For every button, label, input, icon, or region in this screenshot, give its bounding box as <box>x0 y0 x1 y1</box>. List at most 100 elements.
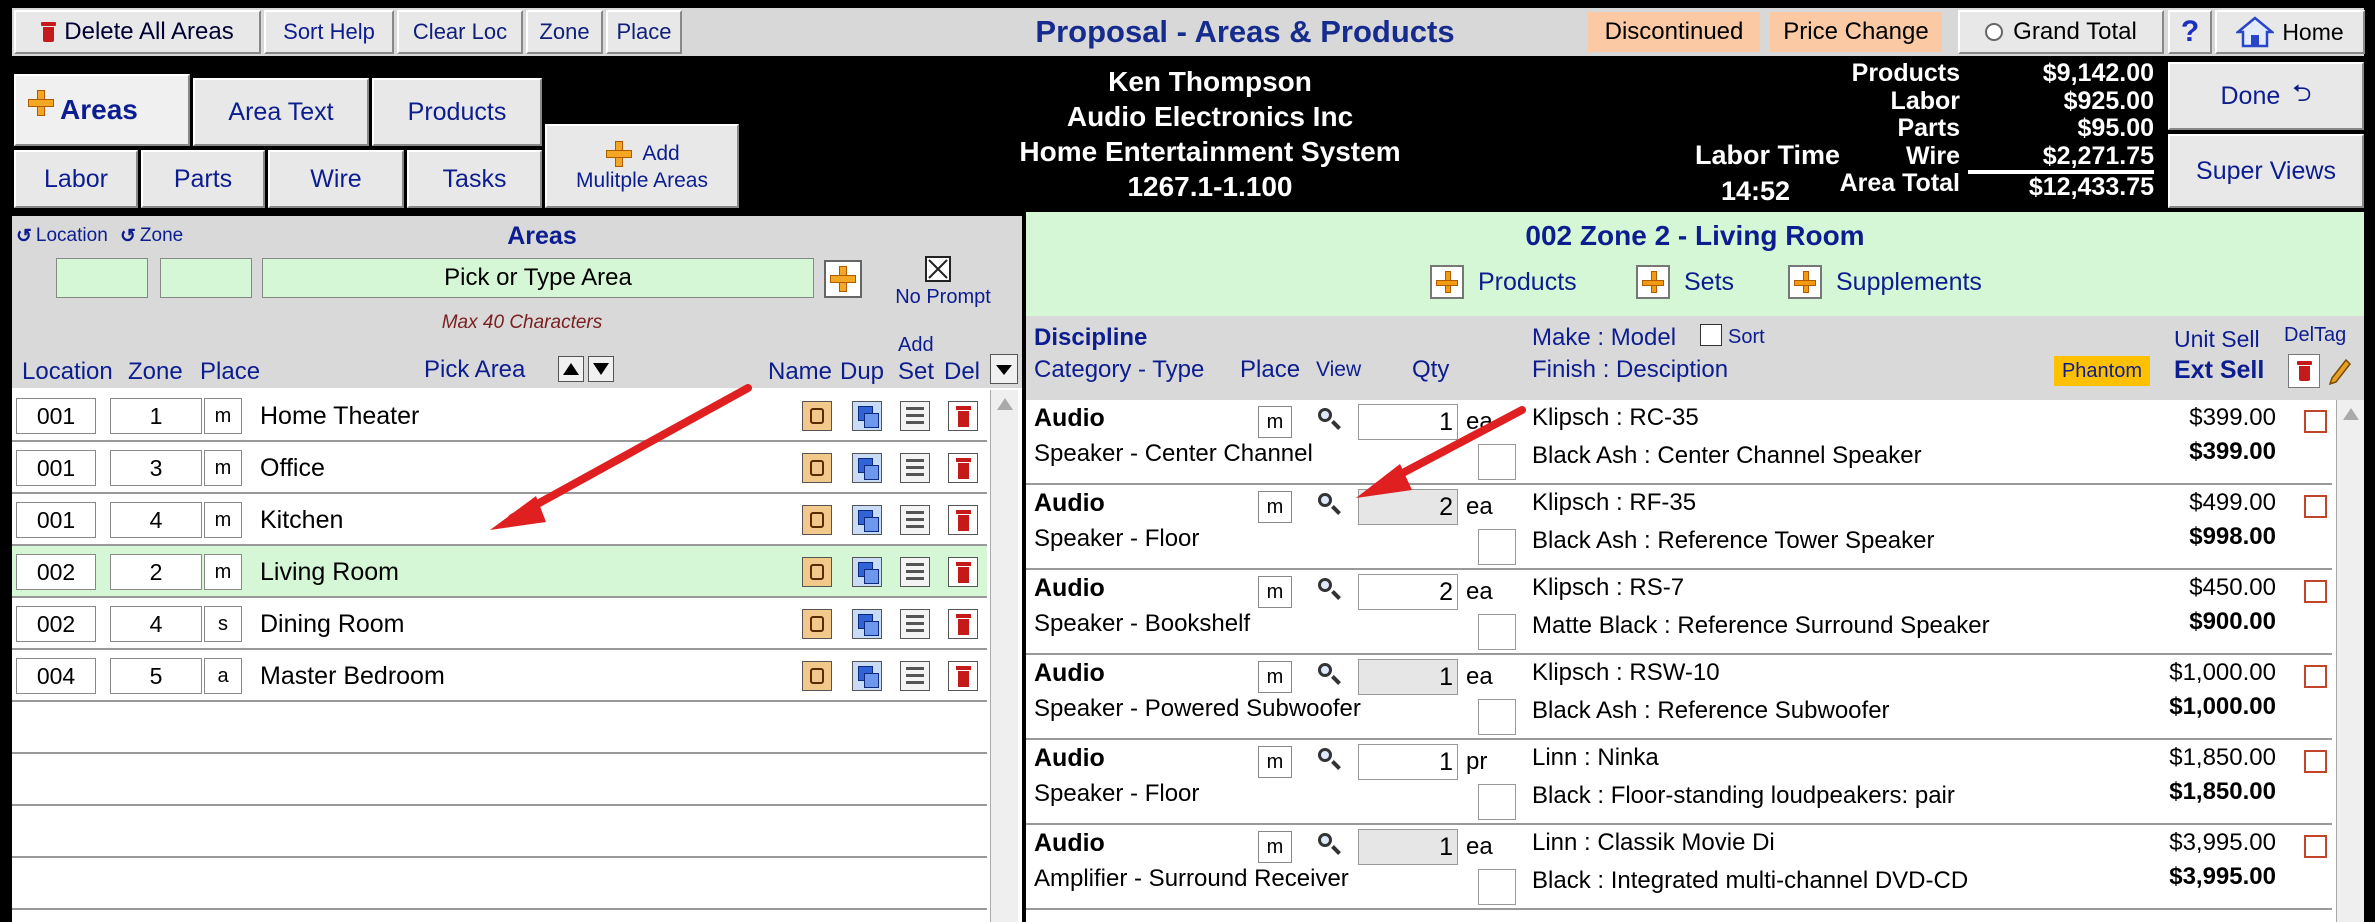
add-set-icon[interactable] <box>900 505 930 535</box>
duplicate-icon[interactable] <box>852 609 882 639</box>
product-finish-description[interactable]: Black : Floor-standing loudpeakers: pair <box>1532 782 1955 810</box>
area-place-cell[interactable]: m <box>204 554 242 590</box>
product-finish-description[interactable]: Black : Integrated multi-channel DVD-CD <box>1532 867 1968 895</box>
product-finish-description[interactable]: Black Ash : Center Channel Speaker <box>1532 442 1922 470</box>
home-button[interactable]: Home <box>2215 10 2365 54</box>
magnifier-icon[interactable] <box>1316 576 1344 604</box>
product-qty-input[interactable]: 2 <box>1358 489 1458 525</box>
add-multiple-areas-button[interactable]: Add Mulitple Areas <box>545 124 739 208</box>
area-name[interactable]: Living Room <box>260 558 399 587</box>
phantom-badge[interactable]: Phantom <box>2054 356 2150 386</box>
area-zone-cell[interactable]: 1 <box>110 398 202 434</box>
area-place-cell[interactable]: s <box>204 606 242 642</box>
grand-total-button[interactable]: Grand Total <box>1958 10 2164 54</box>
product-tag-checkbox[interactable] <box>2304 835 2327 858</box>
delete-icon[interactable] <box>948 661 978 691</box>
product-finish-description[interactable]: Black Ash : Reference Subwoofer <box>1532 697 1890 725</box>
magnifier-icon[interactable] <box>1316 491 1344 519</box>
add-set-icon[interactable] <box>900 453 930 483</box>
area-place-cell[interactable]: m <box>204 450 242 486</box>
tab-area-text[interactable]: Area Text <box>193 78 369 146</box>
area-name[interactable]: Home Theater <box>260 402 419 431</box>
area-place-cell[interactable]: m <box>204 398 242 434</box>
delete-icon[interactable] <box>948 557 978 587</box>
add-set-icon[interactable] <box>900 401 930 431</box>
name-edit-icon[interactable] <box>802 557 832 587</box>
product-make-model[interactable]: Klipsch : RC-35 <box>1532 404 1699 432</box>
product-finish-box[interactable] <box>1478 529 1516 565</box>
area-location-cell[interactable]: 001 <box>16 502 96 538</box>
duplicate-icon[interactable] <box>852 401 882 431</box>
name-edit-icon[interactable] <box>802 661 832 691</box>
product-qty-input[interactable]: 1 <box>1358 404 1458 440</box>
magnifier-icon[interactable] <box>1316 661 1344 689</box>
area-location-cell[interactable]: 002 <box>16 554 96 590</box>
product-make-model[interactable]: Klipsch : RS-7 <box>1532 574 1684 602</box>
product-finish-box[interactable] <box>1478 784 1516 820</box>
area-location-cell[interactable]: 001 <box>16 450 96 486</box>
area-name[interactable]: Office <box>260 454 325 483</box>
product-qty-input[interactable]: 1 <box>1358 744 1458 780</box>
product-qty-input[interactable]: 1 <box>1358 829 1458 865</box>
delete-icon[interactable] <box>948 453 978 483</box>
name-edit-icon[interactable] <box>802 401 832 431</box>
product-place-cell[interactable]: m <box>1258 831 1292 863</box>
add-products-button[interactable]: Products <box>1430 262 1577 302</box>
product-finish-box[interactable] <box>1478 614 1516 650</box>
product-place-cell[interactable]: m <box>1258 406 1292 438</box>
help-button[interactable]: ? <box>2168 10 2212 54</box>
product-qty-input[interactable]: 2 <box>1358 574 1458 610</box>
areas-dropdown-button[interactable] <box>990 354 1018 384</box>
product-row[interactable]: Audio Amplifier - Surround Receiver m 1 … <box>1026 825 2332 910</box>
product-make-model[interactable]: Linn : Ninka <box>1532 744 1659 772</box>
area-zone-cell[interactable]: 4 <box>110 502 202 538</box>
add-set-icon[interactable] <box>900 661 930 691</box>
tab-tasks[interactable]: Tasks <box>407 150 542 208</box>
area-zone-cell[interactable]: 4 <box>110 606 202 642</box>
area-location-cell[interactable]: 002 <box>16 606 96 642</box>
area-location-cell[interactable]: 001 <box>16 398 96 434</box>
product-tag-checkbox[interactable] <box>2304 665 2327 688</box>
product-finish-box[interactable] <box>1478 869 1516 905</box>
magnifier-icon[interactable] <box>1316 831 1344 859</box>
sort-checkbox[interactable] <box>1700 324 1722 346</box>
tab-products[interactable]: Products <box>372 78 542 146</box>
no-prompt-checkbox[interactable] <box>925 256 951 282</box>
area-row[interactable]: 001 4 m Kitchen <box>12 494 987 546</box>
delete-all-areas-button[interactable]: Delete All Areas <box>14 10 261 54</box>
product-finish-description[interactable]: Matte Black : Reference Surround Speaker <box>1532 612 1990 640</box>
product-finish-description[interactable]: Black Ash : Reference Tower Speaker <box>1532 527 1934 555</box>
add-set-icon[interactable] <box>900 609 930 639</box>
area-name[interactable]: Dining Room <box>260 610 405 639</box>
products-scrollbar[interactable] <box>2336 400 2364 922</box>
sort-help-button[interactable]: Sort Help <box>264 10 394 54</box>
product-tag-checkbox[interactable] <box>2304 495 2327 518</box>
area-zone-cell[interactable]: 3 <box>110 450 202 486</box>
location-input[interactable] <box>56 258 148 298</box>
duplicate-icon[interactable] <box>852 453 882 483</box>
magnifier-icon[interactable] <box>1316 746 1344 774</box>
add-area-button[interactable] <box>824 260 862 298</box>
magnifier-icon[interactable] <box>1316 406 1344 434</box>
name-edit-icon[interactable] <box>802 505 832 535</box>
product-make-model[interactable]: Klipsch : RSW-10 <box>1532 659 1720 687</box>
area-row[interactable]: 001 3 m Office <box>12 442 987 494</box>
add-sets-button[interactable]: Sets <box>1636 262 1734 302</box>
product-tag-checkbox[interactable] <box>2304 750 2327 773</box>
area-name[interactable]: Kitchen <box>260 506 343 535</box>
tab-labor[interactable]: Labor <box>14 150 138 208</box>
delete-icon[interactable] <box>948 609 978 639</box>
delete-icon[interactable] <box>948 505 978 535</box>
add-set-icon[interactable] <box>900 557 930 587</box>
product-row[interactable]: Audio Speaker - Floor m 1 pr Linn : Nink… <box>1026 740 2332 825</box>
tab-parts[interactable]: Parts <box>141 150 265 208</box>
clear-loc-button[interactable]: Clear Loc <box>397 10 523 54</box>
product-qty-input[interactable]: 1 <box>1358 659 1458 695</box>
name-edit-icon[interactable] <box>802 609 832 639</box>
sort-down-button[interactable] <box>588 356 614 382</box>
zone-sort-icon[interactable]: ↺ <box>120 225 136 248</box>
tab-areas[interactable]: Areas <box>14 74 190 146</box>
product-place-cell[interactable]: m <box>1258 746 1292 778</box>
location-sort-icon[interactable]: ↺ <box>16 225 32 248</box>
product-place-cell[interactable]: m <box>1258 661 1292 693</box>
